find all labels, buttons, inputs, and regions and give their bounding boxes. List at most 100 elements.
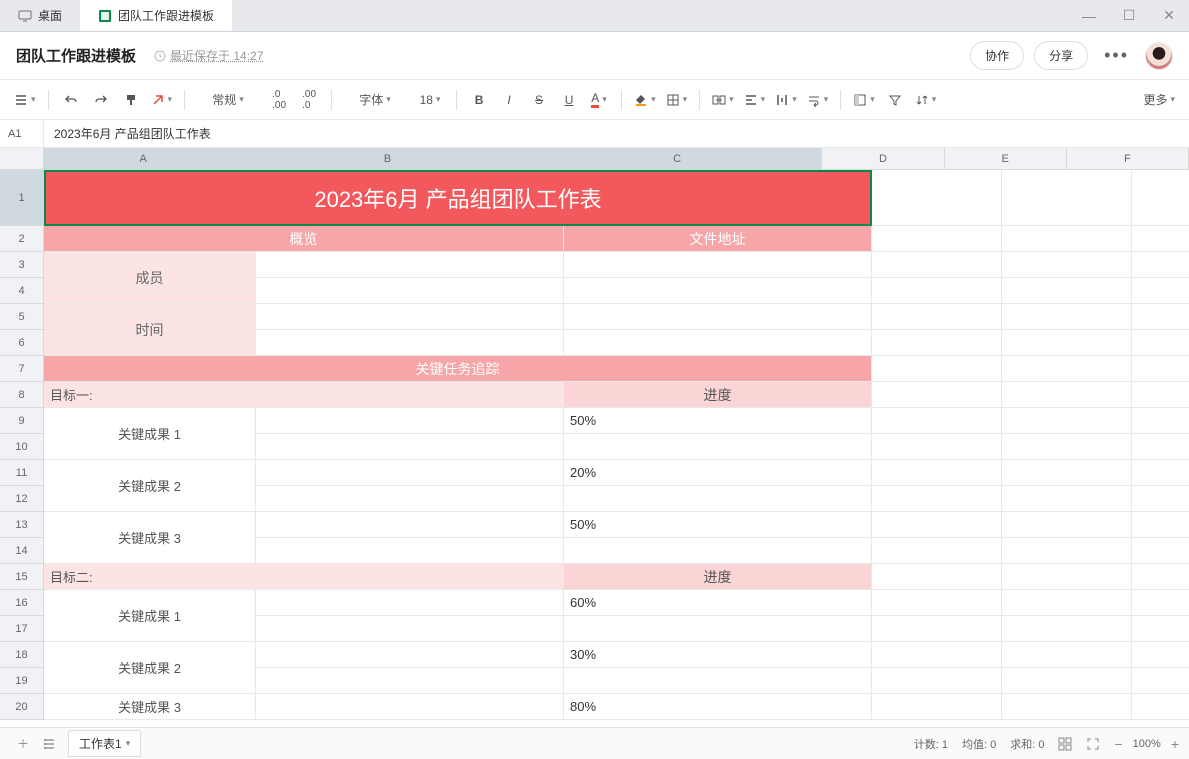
column-header-B[interactable]: B	[243, 148, 533, 170]
cell[interactable]	[256, 694, 564, 720]
row-header-4[interactable]: 4	[0, 278, 44, 304]
row-header-2[interactable]: 2	[0, 226, 44, 252]
cell[interactable]	[256, 486, 564, 512]
cell[interactable]	[1002, 564, 1132, 590]
row-header-11[interactable]: 11	[0, 460, 44, 486]
cell[interactable]	[872, 616, 1002, 642]
cell[interactable]	[1002, 512, 1132, 538]
cell[interactable]: 关键成果 2	[44, 460, 256, 512]
cell[interactable]	[256, 278, 564, 304]
share-button[interactable]: 分享	[1034, 41, 1088, 70]
cell[interactable]	[1132, 590, 1189, 616]
cell[interactable]	[1002, 170, 1132, 226]
merge-cells-button[interactable]	[708, 86, 738, 114]
cell[interactable]	[872, 382, 1002, 408]
row-header-7[interactable]: 7	[0, 356, 44, 382]
cell[interactable]	[1002, 486, 1132, 512]
filter-button[interactable]	[881, 86, 909, 114]
cell[interactable]	[872, 434, 1002, 460]
cell[interactable]	[872, 642, 1002, 668]
cell[interactable]	[1132, 330, 1189, 356]
cell[interactable]	[564, 616, 872, 642]
fullscreen-icon[interactable]	[1086, 737, 1100, 751]
user-avatar[interactable]	[1145, 42, 1173, 70]
zoom-in-button[interactable]: +	[1171, 736, 1179, 752]
column-header-E[interactable]: E	[945, 148, 1067, 170]
cell[interactable]	[1132, 434, 1189, 460]
row-header-10[interactable]: 10	[0, 434, 44, 460]
cell[interactable]	[872, 564, 1002, 590]
row-header-9[interactable]: 9	[0, 408, 44, 434]
cell[interactable]: 目标二:	[44, 564, 564, 590]
cell[interactable]	[256, 642, 564, 668]
cell[interactable]	[256, 590, 564, 616]
cell[interactable]	[256, 538, 564, 564]
cell[interactable]	[564, 252, 872, 278]
cell[interactable]	[256, 408, 564, 434]
cell[interactable]	[1132, 538, 1189, 564]
decrease-decimal-button[interactable]: .0.00	[265, 86, 293, 114]
cell[interactable]: 进度	[564, 382, 872, 408]
sort-button[interactable]	[911, 86, 941, 114]
cell[interactable]	[872, 668, 1002, 694]
cell[interactable]: 关键成果 1	[44, 408, 256, 460]
cell[interactable]	[1132, 408, 1189, 434]
row-header-17[interactable]: 17	[0, 616, 44, 642]
italic-button[interactable]: I	[495, 86, 523, 114]
cell[interactable]: 关键成果 2	[44, 642, 256, 694]
collab-button[interactable]: 协作	[970, 41, 1024, 70]
add-sheet-button[interactable]: ＋	[10, 731, 36, 757]
cell[interactable]	[872, 694, 1002, 720]
maximize-button[interactable]: ☐	[1109, 0, 1149, 32]
cell[interactable]	[564, 304, 872, 330]
cell[interactable]	[256, 460, 564, 486]
cell[interactable]	[564, 278, 872, 304]
row-header-13[interactable]: 13	[0, 512, 44, 538]
cell[interactable]	[1002, 330, 1132, 356]
clear-format-button[interactable]	[147, 86, 177, 114]
cell[interactable]	[1132, 304, 1189, 330]
cell[interactable]	[872, 408, 1002, 434]
cell[interactable]	[872, 278, 1002, 304]
row-header-3[interactable]: 3	[0, 252, 44, 278]
cell[interactable]	[1132, 170, 1189, 226]
cell[interactable]: 50%	[564, 512, 872, 538]
tab-desktop[interactable]: 桌面	[0, 0, 80, 31]
cell[interactable]	[256, 330, 564, 356]
row-header-1[interactable]: 1	[0, 170, 44, 226]
cell[interactable]: 20%	[564, 460, 872, 486]
cell[interactable]	[564, 330, 872, 356]
close-button[interactable]: ✕	[1149, 0, 1189, 32]
sheet-list-button[interactable]	[36, 731, 62, 757]
cell[interactable]	[564, 486, 872, 512]
row-header-6[interactable]: 6	[0, 330, 44, 356]
zoom-out-button[interactable]: −	[1114, 736, 1122, 752]
cell[interactable]	[256, 616, 564, 642]
font-family-dropdown[interactable]: 字体	[340, 86, 410, 114]
cell[interactable]	[1132, 616, 1189, 642]
cell[interactable]	[1132, 642, 1189, 668]
cell[interactable]	[1002, 226, 1132, 252]
column-header-A[interactable]: A	[44, 148, 243, 170]
cell[interactable]: 成员	[44, 252, 256, 304]
cell[interactable]	[872, 330, 1002, 356]
cell[interactable]: 文件地址	[564, 226, 872, 252]
cell[interactable]	[1002, 590, 1132, 616]
cell[interactable]	[872, 460, 1002, 486]
cell[interactable]	[256, 434, 564, 460]
cell[interactable]	[1132, 460, 1189, 486]
document-title[interactable]: 团队工作跟进模板	[16, 45, 136, 66]
cell[interactable]	[872, 538, 1002, 564]
cell[interactable]	[564, 434, 872, 460]
cell[interactable]	[564, 538, 872, 564]
cell[interactable]	[256, 304, 564, 330]
save-status[interactable]: 最近保存于 14:27	[154, 47, 263, 64]
cell[interactable]	[1002, 356, 1132, 382]
format-painter-button[interactable]	[117, 86, 145, 114]
cell[interactable]	[1002, 304, 1132, 330]
cell[interactable]: 30%	[564, 642, 872, 668]
h-align-button[interactable]	[740, 86, 770, 114]
row-header-18[interactable]: 18	[0, 642, 44, 668]
cell[interactable]	[872, 226, 1002, 252]
cell[interactable]: 2023年6月 产品组团队工作表	[44, 170, 872, 226]
